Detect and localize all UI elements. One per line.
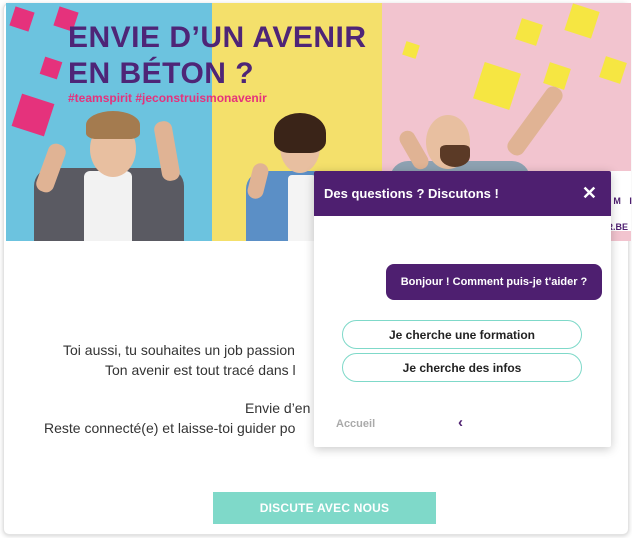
body-text-line: Envie d’en xyxy=(245,400,311,416)
close-icon[interactable]: ✕ xyxy=(582,183,597,204)
chat-title: Des questions ? Discutons ! xyxy=(324,186,499,201)
choice-infos-button[interactable]: Je cherche des infos xyxy=(342,353,582,382)
body-text-line: Reste connecté(e) et laisse-toi guider p… xyxy=(44,420,296,436)
bot-message-bubble: Bonjour ! Comment puis-je t'aider ? xyxy=(386,264,602,300)
chat-widget: Des questions ? Discutons ! ✕ Bonjour ! … xyxy=(314,171,611,447)
chat-header: Des questions ? Discutons ! ✕ xyxy=(314,171,611,216)
hero-headline-line1: ENVIE D’UN AVENIR xyxy=(68,21,367,54)
chat-with-us-button[interactable]: DISCUTE AVEC NOUS xyxy=(213,492,436,524)
choice-formation-button[interactable]: Je cherche une formation xyxy=(342,320,582,349)
body-text-line: Ton avenir est tout tracé dans l xyxy=(105,362,296,378)
hero-headline: ENVIE D’UN AVENIR EN BÉTON ? xyxy=(68,20,367,92)
body-text-line: Toi aussi, tu souhaites un job passion xyxy=(63,342,295,358)
hero-headline-line2: EN BÉTON ? xyxy=(68,57,255,90)
chevron-left-icon[interactable]: ‹ xyxy=(458,414,463,431)
hero-hashtags: #teamspirit #jeconstruismonavenir xyxy=(68,91,267,105)
home-link[interactable]: Accueil xyxy=(336,418,375,430)
